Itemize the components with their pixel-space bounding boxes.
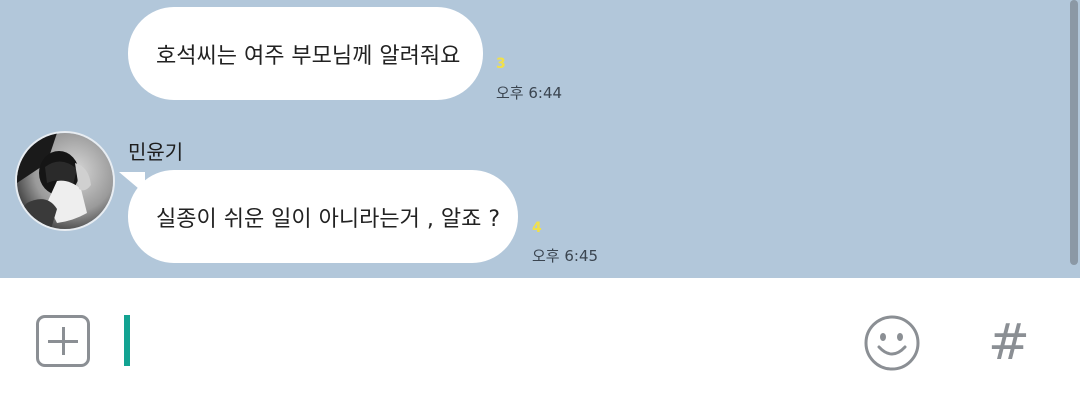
unread-count: 3 — [496, 56, 506, 72]
avatar[interactable] — [15, 131, 115, 231]
sender-name: 민윤기 — [128, 140, 184, 164]
message-text: 호석씨는 여주 부모님께 알려줘요 — [156, 43, 461, 69]
smiley-icon[interactable] — [863, 314, 921, 372]
hash-button[interactable]: # — [986, 314, 1032, 370]
chat-area[interactable]: 호석씨는 여주 부모님께 알려줘요 3 오후 6:44 민윤기 실종이 쉬운 일… — [0, 0, 1080, 278]
unread-count: 4 — [532, 220, 542, 236]
message-input-cursor[interactable] — [124, 315, 130, 366]
message-bubble[interactable]: 실종이 쉬운 일이 아니라는거 , 알죠 ? — [128, 170, 518, 263]
message-bubble[interactable]: 호석씨는 여주 부모님께 알려줘요 — [128, 7, 483, 100]
message-time: 오후 6:44 — [496, 84, 563, 102]
message-text: 실종이 쉬운 일이 아니라는거 , 알죠 ? — [156, 206, 500, 232]
message-time: 오후 6:45 — [532, 247, 599, 265]
scroll-indicator[interactable] — [1070, 0, 1078, 265]
input-bar: # — [0, 278, 1080, 404]
profile-photo-icon — [17, 133, 113, 229]
plus-square-icon[interactable] — [36, 315, 90, 367]
